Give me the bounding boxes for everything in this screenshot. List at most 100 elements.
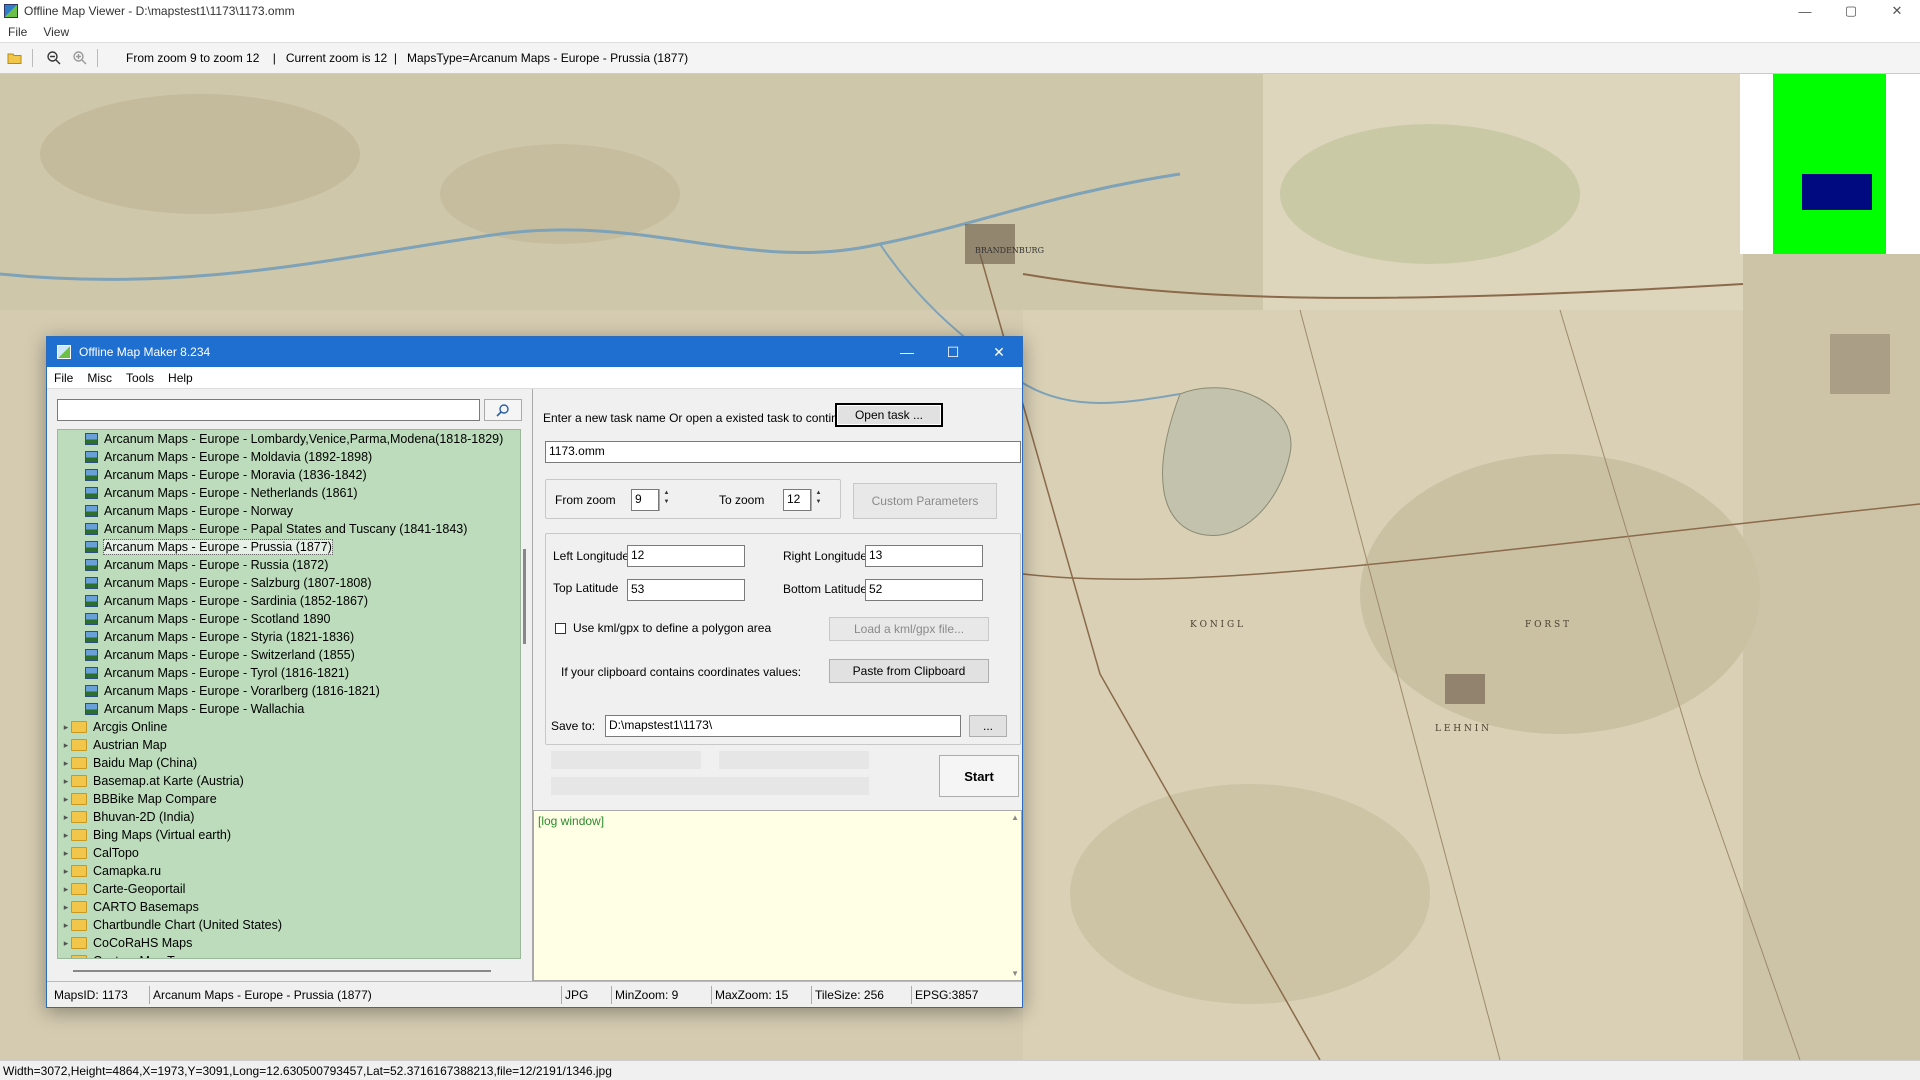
menu-tools[interactable]: Tools [119,371,161,385]
menu-misc[interactable]: Misc [80,371,119,385]
menu-view[interactable]: View [35,25,77,39]
expand-icon[interactable]: ▸ [61,898,71,916]
minimize-icon[interactable]: — [1782,0,1828,22]
tree-item-folder[interactable]: ▸ CalTopo [58,844,520,862]
task-name-field[interactable]: 1173.omm [545,441,1021,463]
tree-item-map[interactable]: Arcanum Maps - Europe - Papal States and… [58,520,520,538]
menu-file[interactable]: File [0,25,35,39]
to-zoom-input[interactable]: 12 [783,489,811,511]
expand-icon[interactable]: ▸ [61,718,71,736]
expand-icon[interactable]: ▸ [61,844,71,862]
save-to-field[interactable]: D:\mapstest1\1173\ [605,715,961,737]
chevron-down-icon[interactable]: ▼ [660,498,673,507]
expand-icon[interactable]: ▸ [61,952,71,959]
tree-item-label: Chartbundle Chart (United States) [93,918,282,932]
right-longitude-field[interactable]: 13 [865,545,983,567]
tree-item-map[interactable]: Arcanum Maps - Europe - Vorarlberg (1816… [58,682,520,700]
overview-minimap[interactable] [1740,74,1920,254]
scroll-up-icon[interactable]: ▲ [1011,813,1019,822]
tree-item-folder[interactable]: ▸ Bhuvan-2D (India) [58,808,520,826]
open-folder-icon[interactable] [4,47,26,69]
folder-icon [71,775,87,787]
scroll-down-icon[interactable]: ▼ [1011,969,1019,978]
tree-item-folder[interactable]: ▸ Carte-Geoportail [58,880,520,898]
tree-item-map[interactable]: Arcanum Maps - Europe - Lombardy,Venice,… [58,430,520,448]
tree-item-map[interactable]: Arcanum Maps - Europe - Scotland 1890 [58,610,520,628]
scroll-thumb[interactable] [73,970,491,972]
tree-item-folder[interactable]: ▸ CoCoRaHS Maps [58,934,520,952]
start-button[interactable]: Start [939,755,1019,797]
menu-file[interactable]: File [47,371,80,385]
tree-vertical-scrollbar[interactable] [523,549,526,644]
tree-item-folder[interactable]: ▸ Chartbundle Chart (United States) [58,916,520,934]
top-latitude-field[interactable]: 53 [627,579,745,601]
open-task-button[interactable]: Open task ... [835,403,943,427]
tree-item-label: Arcanum Maps - Europe - Wallachia [104,702,305,716]
map-type-tree[interactable]: Arcanum Maps - Europe - Lombardy,Venice,… [57,429,521,959]
tree-item-map[interactable]: Arcanum Maps - Europe - Moravia (1836-18… [58,466,520,484]
tree-item-folder[interactable]: ▸ Basemap.at Karte (Austria) [58,772,520,790]
dialog-window-controls: — ☐ ✕ [884,337,1022,367]
tree-item-map[interactable]: Arcanum Maps - Europe - Styria (1821-183… [58,628,520,646]
log-window[interactable]: [log window] ▲ ▼ [533,810,1022,981]
tree-item-folder[interactable]: ▸ BBBike Map Compare [58,790,520,808]
load-kml-button[interactable]: Load a kml/gpx file... [829,617,989,641]
tree-item-map[interactable]: Arcanum Maps - Europe - Switzerland (185… [58,646,520,664]
tree-item-map[interactable]: Arcanum Maps - Europe - Moldavia (1892-1… [58,448,520,466]
expand-icon[interactable]: ▸ [61,826,71,844]
from-zoom-input[interactable]: 9 [631,489,659,511]
expand-icon[interactable]: ▸ [61,880,71,898]
tree-item-map[interactable]: Arcanum Maps - Europe - Salzburg (1807-1… [58,574,520,592]
chevron-up-icon[interactable]: ▲ [812,489,825,498]
kml-polygon-checkbox[interactable] [555,623,566,634]
tree-item-folder[interactable]: ▸ Arcgis Online [58,718,520,736]
tree-item-map[interactable]: Arcanum Maps - Europe - Netherlands (186… [58,484,520,502]
expand-icon[interactable]: ▸ [61,790,71,808]
expand-icon[interactable]: ▸ [61,754,71,772]
tree-item-folder[interactable]: ▸ Camapka.ru [58,862,520,880]
expand-icon[interactable]: ▸ [61,808,71,826]
tree-item-map[interactable]: Arcanum Maps - Europe - Tyrol (1816-1821… [58,664,520,682]
tree-item-folder[interactable]: ▸ Bing Maps (Virtual earth) [58,826,520,844]
to-zoom-stepper[interactable]: ▲ ▼ [811,489,825,511]
close-icon[interactable]: ✕ [1874,0,1920,22]
search-input[interactable] [57,399,480,421]
expand-icon[interactable]: ▸ [61,772,71,790]
tree-item-label: Baidu Map (China) [93,756,198,770]
tree-item-map[interactable]: Arcanum Maps - Europe - Russia (1872) [58,556,520,574]
tree-item-folder[interactable]: ▸ CARTO Basemaps [58,898,520,916]
expand-icon[interactable]: ▸ [61,916,71,934]
left-longitude-field[interactable]: 12 [627,545,745,567]
folder-icon [71,721,87,733]
zoom-in-icon[interactable] [69,47,91,69]
tree-item-label: Arcanum Maps - Europe - Sardinia (1852-1… [104,594,369,608]
tree-item-label: Bing Maps (Virtual earth) [93,828,232,842]
browse-button[interactable]: ... [969,715,1007,737]
maximize-icon[interactable]: ☐ [930,337,976,367]
maximize-icon[interactable]: ▢ [1828,0,1874,22]
close-icon[interactable]: ✕ [976,337,1022,367]
menu-help[interactable]: Help [161,371,200,385]
tree-item-map[interactable]: Arcanum Maps - Europe - Sardinia (1852-1… [58,592,520,610]
tree-item-map[interactable]: Arcanum Maps - Europe - Wallachia [58,700,520,718]
tree-item-map[interactable]: Arcanum Maps - Europe - Norway [58,502,520,520]
paste-from-clipboard-button[interactable]: Paste from Clipboard [829,659,989,683]
chevron-down-icon[interactable]: ▼ [812,498,825,507]
tree-item-folder[interactable]: ▸ Custom Map Type [58,952,520,959]
custom-parameters-button[interactable]: Custom Parameters [853,483,997,519]
minimize-icon[interactable]: — [884,337,930,367]
tree-item-map[interactable]: Arcanum Maps - Europe - Prussia (1877) [58,538,520,556]
search-button[interactable] [484,399,522,421]
tree-item-folder[interactable]: ▸ Austrian Map [58,736,520,754]
expand-icon[interactable]: ▸ [61,862,71,880]
expand-icon[interactable]: ▸ [61,736,71,754]
tree-item-folder[interactable]: ▸ Baidu Map (China) [58,754,520,772]
zoom-out-icon[interactable] [43,47,65,69]
tree-item-label: Bhuvan-2D (India) [93,810,195,824]
minimap-viewport[interactable] [1802,174,1872,210]
expand-icon[interactable]: ▸ [61,934,71,952]
bottom-latitude-field[interactable]: 52 [865,579,983,601]
from-zoom-stepper[interactable]: ▲ ▼ [659,489,673,511]
tree-horizontal-scrollbar[interactable] [57,965,521,977]
chevron-up-icon[interactable]: ▲ [660,489,673,498]
